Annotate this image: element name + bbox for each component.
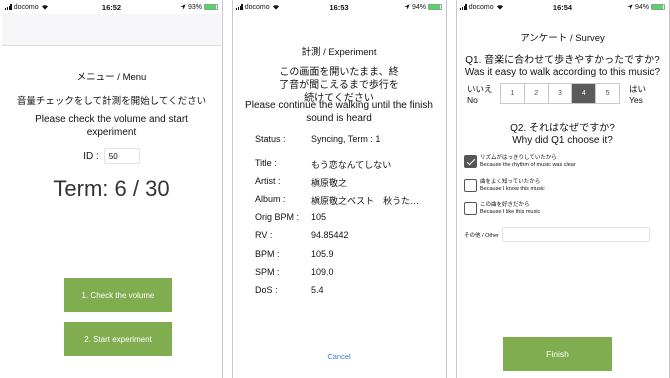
- status-bar: docomo 16:52 93%: [2, 0, 221, 14]
- other-input[interactable]: [501, 227, 650, 242]
- info-row: SPM : 109.0: [255, 267, 437, 277]
- survey-screen: docomo 16:54 94% アンケート / Survey Q1. 音楽に合…: [457, 0, 668, 378]
- scale-left-japanese: いいえ: [467, 84, 493, 94]
- rating-option-4[interactable]: 4: [572, 84, 597, 103]
- page-title: メニュー / Menu: [76, 72, 147, 83]
- id-row: ID :: [2, 148, 221, 164]
- navigation-bar: [2, 14, 221, 46]
- reason-option-text: 曲をよく知っていたから Because I know this music: [480, 179, 545, 193]
- carrier-label: docomo: [13, 3, 39, 11]
- info-row: RV : 94.85442: [255, 230, 437, 240]
- scale-right-label: はい Yes: [629, 84, 646, 106]
- experiment-screen: docomo 16:53 94% 計測 / Experiment この画面を開い…: [233, 0, 445, 378]
- location-arrow-icon: [627, 4, 633, 10]
- checkbox-icon[interactable]: [464, 202, 477, 215]
- battery-icon: [428, 4, 442, 10]
- info-value: 105.9: [311, 249, 334, 259]
- battery-percent: 94%: [634, 3, 649, 11]
- battery-icon: [204, 4, 218, 10]
- start-experiment-button[interactable]: 2. Start experiment: [64, 322, 172, 356]
- rating-option-1[interactable]: 1: [501, 84, 525, 103]
- info-row: Title : もう恋なんてしない: [255, 158, 437, 171]
- reason-option[interactable]: 曲をよく知っていたから Because I know this music: [464, 179, 545, 193]
- message-english: Please continue the walking until the fi…: [245, 100, 433, 124]
- signal-icon: [460, 4, 467, 10]
- info-value: Syncing, Term : 1: [311, 134, 381, 144]
- info-value: 5.4: [311, 285, 324, 295]
- info-key: Title :: [255, 158, 277, 168]
- rating-option-2[interactable]: 2: [525, 84, 549, 103]
- reason-option-text: この曲を好きだから Because I like this music: [480, 202, 540, 216]
- location-arrow-icon: [404, 4, 410, 10]
- info-key: Artist :: [255, 176, 281, 186]
- info-value: 槇原敬之: [311, 178, 348, 188]
- reason-japanese: この曲を好きだから: [480, 202, 530, 208]
- status-bar: docomo 16:54 94%: [457, 0, 668, 14]
- instruction-english: Please check the volume and start experi…: [35, 114, 188, 138]
- reason-english: Because the rhythm of music was clear: [480, 162, 576, 168]
- cancel-button[interactable]: Cancel: [233, 352, 445, 361]
- finish-button[interactable]: Finish: [503, 337, 612, 371]
- wifi-icon: [41, 5, 48, 10]
- id-input[interactable]: [103, 148, 140, 164]
- reason-option-text: リズムがはっきりしていたから Because the rhythm of musi…: [480, 155, 576, 169]
- checkbox-icon[interactable]: [464, 179, 477, 192]
- reason-english: Because I know this music: [480, 186, 545, 192]
- location-arrow-icon: [180, 4, 186, 10]
- scale-left-english: No: [467, 95, 478, 105]
- carrier-label: docomo: [468, 3, 494, 11]
- info-key: RV :: [255, 230, 273, 240]
- info-row: DoS : 5.4: [255, 285, 437, 295]
- info-row: Artist : 槇原敬之: [255, 176, 437, 189]
- rating-option-5[interactable]: 5: [596, 84, 619, 103]
- signal-icon: [236, 4, 243, 10]
- info-value: もう恋なんてしない: [311, 160, 392, 170]
- status-bar: docomo 16:53 94%: [233, 0, 445, 14]
- info-key: DoS :: [255, 285, 278, 295]
- signal-icon: [5, 4, 12, 10]
- info-row: BPM : 105.9: [255, 249, 437, 259]
- info-row: Album : 槇原敬之ベスト 秋うた…: [255, 194, 437, 207]
- carrier-label: docomo: [244, 3, 270, 11]
- wifi-icon: [272, 5, 279, 10]
- instruction-japanese: 音量チェックをして計測を開始してください: [16, 96, 207, 107]
- check-volume-button[interactable]: 1. Check the volume: [64, 278, 172, 312]
- scale-left-label: いいえ No: [467, 84, 493, 106]
- reason-english: Because I like this music: [480, 209, 541, 215]
- other-row: その他 / Other: [464, 227, 650, 242]
- reason-option[interactable]: リズムがはっきりしていたから Because the rhythm of musi…: [464, 155, 576, 169]
- checkbox-checked-icon[interactable]: [464, 155, 477, 168]
- q2-english: Why did Q1 choose it?: [512, 135, 613, 146]
- battery-percent: 93%: [187, 3, 202, 11]
- reason-japanese: リズムがはっきりしていたから: [480, 155, 557, 161]
- info-value: 109.0: [311, 267, 334, 277]
- info-key: Album :: [255, 194, 286, 204]
- reason-option[interactable]: この曲を好きだから Because I like this music: [464, 202, 540, 216]
- battery-percent: 94%: [411, 3, 426, 11]
- info-value: 94.85442: [311, 230, 349, 240]
- other-label: その他 / Other: [464, 232, 499, 239]
- id-label: ID :: [83, 150, 99, 162]
- scale-right-japanese: はい: [629, 84, 647, 94]
- menu-screen: docomo 16:52 93% メニュー / Menu 音量チェックをして計測…: [2, 0, 221, 378]
- term-counter: Term: 6 / 30: [53, 176, 170, 201]
- page-title: 計測 / Experiment: [301, 47, 377, 58]
- info-key: BPM :: [255, 249, 280, 259]
- battery-icon: [651, 4, 665, 10]
- info-row: Status : Syncing, Term : 1: [255, 134, 437, 144]
- info-key: Orig BPM :: [255, 212, 300, 222]
- q1-english: Was it easy to walk according to this mu…: [464, 67, 661, 78]
- scale-right-english: Yes: [629, 95, 643, 105]
- reason-japanese: 曲をよく知っていたから: [480, 179, 541, 185]
- rating-scale: 12345: [500, 83, 620, 104]
- info-row: Orig BPM : 105: [255, 212, 437, 222]
- info-value: 105: [311, 212, 327, 222]
- info-value: 槇原敬之ベスト 秋うた…: [311, 196, 420, 206]
- wifi-icon: [496, 5, 503, 10]
- rating-option-3[interactable]: 3: [549, 84, 573, 103]
- info-key: SPM :: [255, 267, 280, 277]
- info-key: Status :: [255, 134, 286, 144]
- page-title: アンケート / Survey: [520, 33, 605, 44]
